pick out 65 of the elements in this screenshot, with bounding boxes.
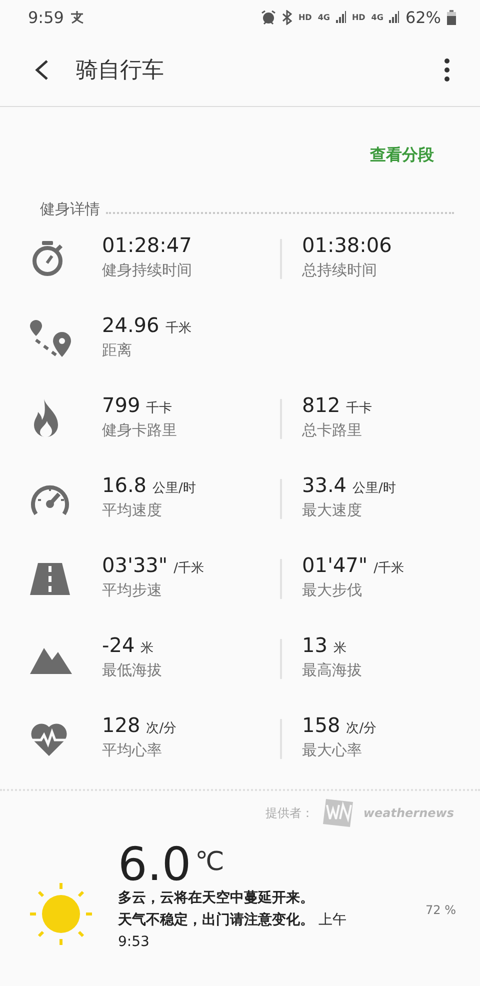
stat-value: 24.96 [102,313,160,337]
stat-label: 距离 [102,341,133,360]
weather-description: 天气不稳定，出门请注意变化。 上午 9:53 [118,910,348,952]
bluetooth-icon [282,10,292,24]
provider-name: weathernews [363,806,454,820]
stat-unit: 米 [333,641,346,656]
stat-label: 平均步速 [102,581,163,600]
network-type: 4G [371,12,384,22]
heart-pulse-icon [30,722,68,756]
stat-label: 平均速度 [102,501,163,520]
more-icon [444,58,450,82]
temperature: 6.0 [118,841,192,887]
notification-icon [70,10,84,24]
stat-label: 健身持续时间 [102,261,193,280]
stat-value: 128 [102,713,140,737]
stat-value: 158 [302,713,340,737]
stat-label: 平均心率 [102,741,163,760]
stat-value: 16.8 [102,473,147,497]
stat-unit: /千米 [174,561,204,576]
signal-icon [336,11,346,23]
alarm-icon [261,10,276,24]
stat-label: 总卡路里 [302,421,363,440]
status-time: 9:59 [28,8,64,26]
network-type: 4G [318,12,330,22]
signal-icon [389,11,400,23]
hd-indicator: HD [352,12,366,22]
provider-label: 提供者： [265,804,314,822]
stat-value: 03'33" [102,553,168,577]
provider-logo-icon [323,799,354,827]
battery-percent: 62% [405,8,441,26]
stat-label: 最低海拔 [102,661,163,680]
stat-value: 33.4 [302,473,347,497]
stat-value: 01:38:06 [302,233,392,257]
stat-label: 最大速度 [302,501,363,520]
temperature-unit: ℃ [195,847,224,877]
stat-label: 最高海拔 [302,661,363,680]
stat-unit: 次/分 [346,721,377,736]
battery-icon [447,10,456,24]
stat-unit: 千米 [165,321,192,336]
view-segments-link[interactable]: 查看分段 [370,145,434,166]
stat-unit: 千卡 [346,401,372,416]
stat-value: -24 [102,633,135,657]
section-title: 健身详情 [40,200,100,219]
stat-value: 01:28:47 [102,233,192,257]
humidity: 72 % [426,903,456,917]
stat-unit: 公里/时 [352,481,396,496]
road-icon [30,563,70,595]
stat-value: 812 [302,393,340,417]
stat-unit: 千卡 [146,401,172,416]
weather-description: 多云，云将在天空中蔓延开来。 [118,888,315,908]
stat-value: 01'47" [302,553,368,577]
stat-unit: 公里/时 [152,481,196,496]
stat-unit: 次/分 [146,721,177,736]
hd-indicator: HD [298,12,312,22]
stat-value: 13 [302,633,328,657]
stat-label: 总持续时间 [302,261,378,280]
stat-unit: /千米 [374,561,404,576]
route-pins-icon [30,320,72,358]
sun-icon [30,883,92,945]
page-title: 骑自行车 [76,57,165,85]
stat-label: 健身卡路里 [102,421,178,440]
stat-label: 最大步伐 [302,581,363,600]
stat-value: 799 [102,393,140,417]
stat-unit: 米 [140,641,154,656]
stat-label: 最大心率 [302,741,363,760]
